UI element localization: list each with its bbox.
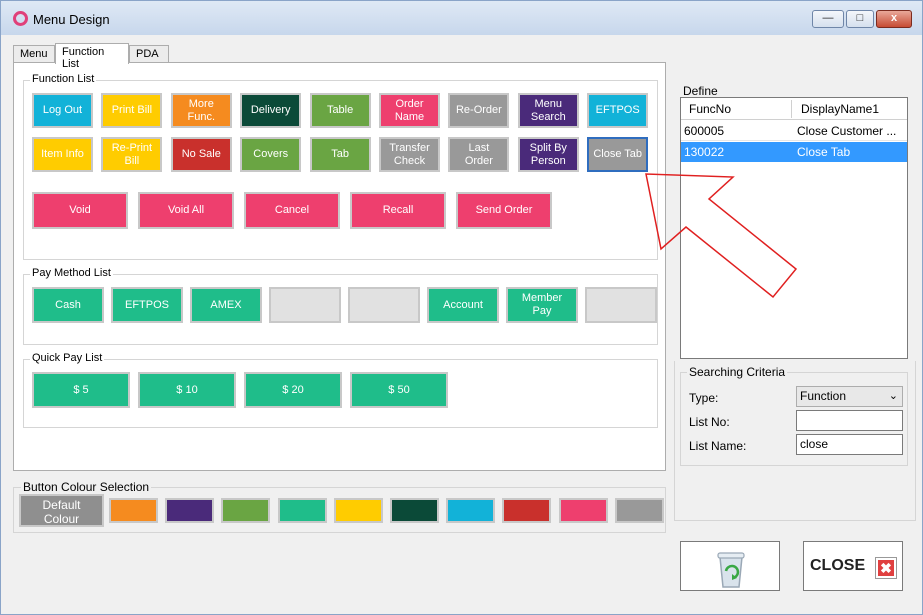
button-empty[interactable] bbox=[269, 287, 341, 323]
button-member-pay[interactable]: Member Pay bbox=[506, 287, 578, 323]
button-empty[interactable] bbox=[348, 287, 420, 323]
button-order-name[interactable]: Order Name bbox=[379, 93, 440, 128]
button-print-bill[interactable]: Print Bill bbox=[101, 93, 163, 128]
button-20[interactable]: $ 20 bbox=[244, 372, 342, 408]
button-more-func[interactable]: More Func. bbox=[170, 93, 232, 128]
close-x-icon: ✖ bbox=[875, 557, 897, 579]
colour-swatch[interactable] bbox=[221, 498, 271, 523]
close-button-label: CLOSE bbox=[810, 557, 866, 574]
button-void-all[interactable]: Void All bbox=[138, 192, 234, 229]
column-header-funcno[interactable]: FuncNo bbox=[689, 102, 731, 116]
searching-criteria-group: Searching Criteria Type: Function ⌄ List… bbox=[680, 365, 908, 466]
button-account[interactable]: Account bbox=[427, 287, 499, 323]
button-re-order[interactable]: Re-Order bbox=[448, 93, 510, 128]
button-cancel[interactable]: Cancel bbox=[244, 192, 340, 229]
button-last-order[interactable]: Last Order bbox=[448, 137, 510, 172]
quick-pay-list-title: Quick Pay List bbox=[30, 352, 105, 364]
maximize-button[interactable]: □ bbox=[846, 10, 874, 28]
button-cash[interactable]: Cash bbox=[32, 287, 104, 323]
chevron-down-icon: ⌄ bbox=[888, 390, 898, 402]
list-no-input[interactable] bbox=[796, 410, 903, 431]
colour-swatch[interactable] bbox=[165, 498, 215, 523]
recycle-bin-icon bbox=[717, 552, 745, 588]
button-amex[interactable]: AMEX bbox=[190, 287, 262, 323]
colour-swatch[interactable] bbox=[333, 498, 383, 523]
button-50[interactable]: $ 50 bbox=[350, 372, 448, 408]
quick-pay-list-group: Quick Pay List $ 5 $ 10 $ 20 $ 50 bbox=[23, 352, 658, 428]
type-select-value: Function bbox=[800, 389, 847, 403]
tab-menu[interactable]: Menu bbox=[13, 45, 55, 63]
button-table[interactable]: Table bbox=[309, 93, 371, 128]
window-title: Menu Design bbox=[33, 12, 110, 27]
button-recall[interactable]: Recall bbox=[350, 192, 446, 229]
button-10[interactable]: $ 10 bbox=[138, 372, 236, 408]
column-header-displayname[interactable]: DisplayName1 bbox=[801, 102, 879, 116]
grid-header: FuncNo DisplayName1 bbox=[681, 98, 907, 120]
menu-design-window: Menu Design — □ x Menu Function List PDA… bbox=[0, 0, 923, 615]
app-ring-icon bbox=[13, 11, 28, 26]
define-title: Define bbox=[683, 84, 718, 98]
default-colour-button[interactable]: Default Colour bbox=[19, 494, 104, 527]
list-name-input[interactable]: close bbox=[796, 434, 903, 455]
display-name-cell: Close Customer ... bbox=[797, 124, 897, 138]
button-item-info[interactable]: Item Info bbox=[32, 137, 93, 172]
type-select[interactable]: Function ⌄ bbox=[796, 386, 903, 407]
colour-swatch[interactable] bbox=[277, 498, 327, 523]
type-label: Type: bbox=[689, 391, 719, 405]
colour-swatch[interactable] bbox=[502, 498, 552, 523]
colour-swatch[interactable] bbox=[109, 498, 158, 523]
close-button[interactable]: CLOSE ✖ bbox=[803, 541, 903, 591]
list-name-label: List Name: bbox=[689, 439, 747, 453]
minimize-button[interactable]: — bbox=[812, 10, 844, 28]
button-colour-selection-group: Button Colour Selection Default Colour bbox=[13, 480, 666, 533]
title-bar: Menu Design — □ x bbox=[1, 1, 922, 35]
arrow-annotation bbox=[645, 173, 798, 299]
tab-function-list[interactable]: Function List bbox=[55, 43, 129, 70]
button-void[interactable]: Void bbox=[32, 192, 128, 229]
colour-swatch[interactable] bbox=[558, 498, 608, 523]
button-menu-search[interactable]: Menu Search bbox=[517, 93, 579, 128]
pay-method-list-group: Pay Method List Cash EFTPOS AMEX Account Mem… bbox=[23, 267, 658, 345]
tab-pda[interactable]: PDA bbox=[129, 45, 169, 63]
button-split-by-person[interactable]: Split By Person bbox=[517, 137, 579, 172]
button-colour-selection-title: Button Colour Selection bbox=[21, 480, 152, 494]
button-covers[interactable]: Covers bbox=[240, 137, 302, 172]
function-list-panel: Function List Log Out Print Bill More Func… bbox=[13, 62, 666, 471]
button-5[interactable]: $ 5 bbox=[32, 372, 130, 408]
button-log-out[interactable]: Log Out bbox=[32, 93, 93, 128]
button-re-print-bill[interactable]: Re-Print Bill bbox=[101, 137, 163, 172]
colour-swatch[interactable] bbox=[446, 498, 496, 523]
window-close-button[interactable]: x bbox=[876, 10, 912, 28]
button-no-sale[interactable]: No Sale bbox=[170, 137, 232, 172]
colour-swatch[interactable] bbox=[390, 498, 439, 523]
func-no-cell: 130022 bbox=[684, 145, 725, 159]
button-eftpos[interactable]: EFTPOS bbox=[111, 287, 183, 323]
button-tab[interactable]: Tab bbox=[309, 137, 371, 172]
pay-method-list-title: Pay Method List bbox=[30, 267, 113, 279]
display-name-cell: Close Tab bbox=[797, 145, 851, 159]
button-delivery[interactable]: Delivery bbox=[240, 93, 302, 128]
define-row-selected[interactable]: 130022 Close Tab bbox=[681, 142, 907, 162]
button-close-tab[interactable]: Close Tab bbox=[587, 137, 649, 172]
button-transfer-check[interactable]: Transfer Check bbox=[379, 137, 440, 172]
delete-button[interactable] bbox=[680, 541, 780, 591]
function-list-title: Function List bbox=[30, 73, 97, 85]
button-send-order[interactable]: Send Order bbox=[456, 192, 552, 229]
list-no-label: List No: bbox=[689, 415, 730, 429]
colour-swatch[interactable] bbox=[614, 498, 664, 523]
searching-criteria-title: Searching Criteria bbox=[687, 365, 788, 379]
button-eftpos[interactable]: EFTPOS bbox=[587, 93, 649, 128]
define-row[interactable]: 600005 Close Customer ... bbox=[681, 121, 907, 141]
function-list-group: Function List Log Out Print Bill More Func… bbox=[23, 73, 658, 260]
func-no-cell: 600005 bbox=[684, 124, 725, 138]
